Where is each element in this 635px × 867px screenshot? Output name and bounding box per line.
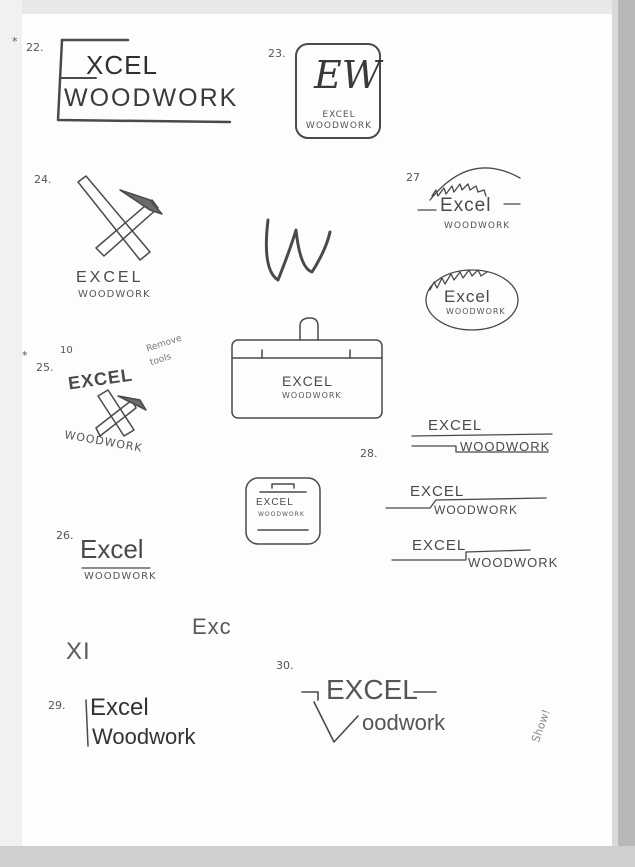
- sketch-27a-word1: Excel: [440, 195, 492, 216]
- toolbox-word2: WOODWORK: [282, 391, 342, 400]
- sketch-29-word1: Excel: [90, 694, 149, 721]
- sketch-24-number: 24.: [34, 173, 52, 186]
- toolbox-small-word2: WOODWORK: [258, 511, 305, 518]
- xi-doodle: XI: [66, 638, 91, 665]
- sketch-26-word2: WOODWORK: [84, 571, 157, 582]
- sketch-25-number: 25.: [36, 361, 54, 374]
- sketchbook-page: * 22. XCEL WOODWORK 23. EW EXCEL WOODWOR…: [0, 0, 635, 867]
- toolbox-small-word1: EXCEL: [256, 497, 294, 508]
- sketch-24-word2: WOODWORK: [78, 289, 151, 300]
- sketch-28b-word1: EXCEL: [410, 483, 465, 500]
- sketch-27b-word2: WOODWORK: [446, 307, 506, 316]
- sketch-24-word1: EXCEL: [76, 269, 144, 286]
- sketch-26-number: 26.: [56, 529, 74, 542]
- sketch-23-monogram: EW: [314, 53, 381, 97]
- sketch-28a-word2: WOODWORK: [460, 439, 551, 454]
- sketch-30-word1: EXCEL: [326, 674, 418, 705]
- sketch-28c-word1: EXCEL: [412, 537, 467, 554]
- sketch-30-word2: oodwork: [362, 710, 446, 735]
- sketch-23-label: EXCEL WOODWORK: [305, 110, 373, 131]
- sketch-28b-word2: WOODWORK: [434, 503, 518, 517]
- sketch-29-word2: Woodwork: [92, 724, 196, 749]
- sketch-29-number: 29.: [48, 699, 66, 712]
- sketch-27-number: 27: [406, 171, 420, 184]
- sketch-28c-word2: WOODWORK: [468, 555, 559, 570]
- toolbox-word1: EXCEL: [282, 373, 333, 389]
- sketch-26-word1: Excel: [80, 534, 144, 564]
- sketch-23-number: 23.: [268, 47, 286, 60]
- sketch-22-star: *: [12, 35, 18, 48]
- sketch-30-number: 30.: [276, 659, 294, 672]
- sketch-27a-word2: WOODWORK: [444, 221, 511, 231]
- sketch-22-number: 22.: [26, 41, 44, 54]
- sketch-28a-word1: EXCEL: [428, 417, 483, 434]
- sketch-22-word1: XCEL: [86, 50, 158, 80]
- exc-doodle: Exc: [192, 614, 232, 639]
- sketch-28-number: 28.: [360, 447, 378, 460]
- sketch-27b-word1: Excel: [444, 287, 491, 306]
- sketch-25-score: 10: [60, 345, 73, 356]
- sketch-25-star: *: [22, 349, 28, 362]
- sketch-22-word2: WOODWORK: [64, 84, 239, 112]
